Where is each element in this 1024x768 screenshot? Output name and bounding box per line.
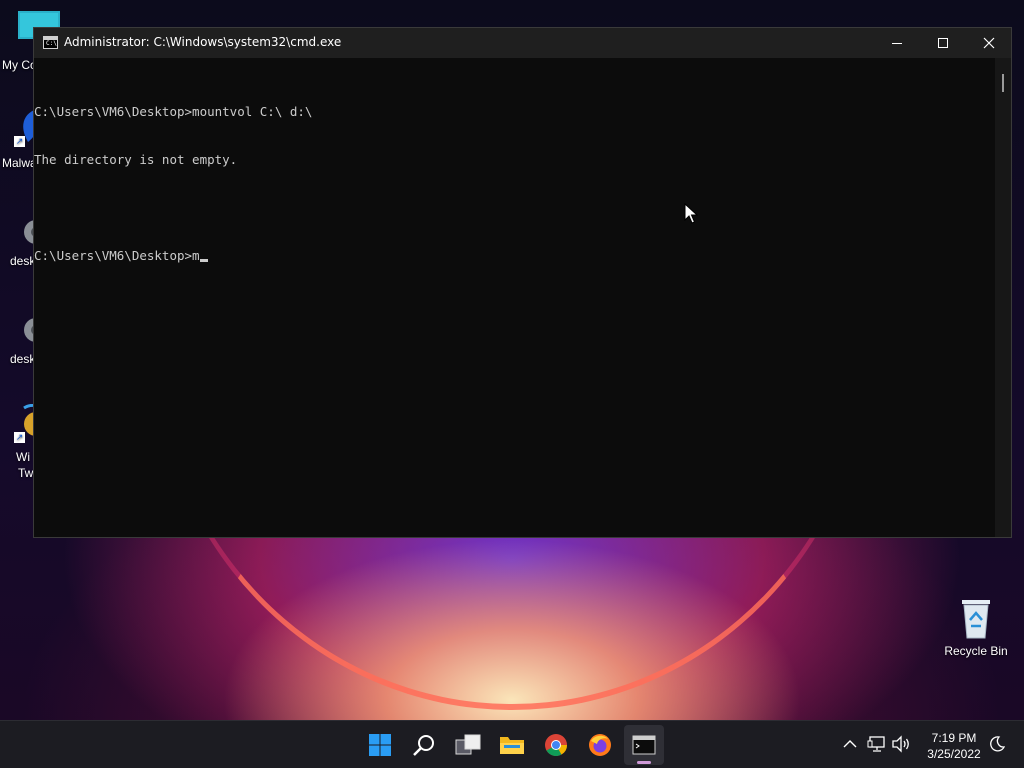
vertical-scrollbar[interactable] xyxy=(995,58,1011,537)
show-hidden-icons-button[interactable] xyxy=(839,733,861,755)
file-explorer-button[interactable] xyxy=(492,725,532,765)
mouse-pointer-icon xyxy=(684,202,699,230)
cmd-window[interactable]: C:\ Administrator: C:\Windows\system32\c… xyxy=(33,27,1012,538)
scrollbar-thumb[interactable] xyxy=(1002,74,1004,92)
firefox-icon xyxy=(589,734,611,756)
search-icon xyxy=(413,735,434,756)
text-cursor xyxy=(199,259,208,262)
chrome-icon xyxy=(545,734,567,756)
shortcut-arrow-icon: ↗ xyxy=(14,432,25,443)
cmd-app-icon: C:\ xyxy=(43,36,58,49)
speaker-icon xyxy=(892,735,909,753)
clock-date: 3/25/2022 xyxy=(927,747,981,761)
recycle-bin-label: Recycle Bin xyxy=(944,644,1008,658)
minimize-icon xyxy=(892,43,902,44)
console-prompt: C:\Users\VM6\Desktop>m xyxy=(34,248,200,263)
chevron-up-icon xyxy=(843,740,857,748)
chrome-button[interactable] xyxy=(536,725,576,765)
close-button[interactable] xyxy=(966,28,1012,58)
shortcut-arrow-icon: ↗ xyxy=(14,136,25,147)
desktop-icon-label: desk xyxy=(10,352,36,366)
start-button[interactable] xyxy=(360,725,400,765)
task-view-icon xyxy=(455,734,481,755)
window-title: Administrator: C:\Windows\system32\cmd.e… xyxy=(64,35,342,49)
console-prompt-line[interactable]: C:\Users\VM6\Desktop>m xyxy=(34,248,995,264)
desktop-icon-label: Malwa xyxy=(2,156,37,170)
recycle-bin-icon xyxy=(959,596,993,639)
focus-assist-button[interactable] xyxy=(986,733,1008,755)
minimize-button[interactable] xyxy=(874,28,920,58)
desktop-icon-recycle-bin[interactable]: Recycle Bin xyxy=(940,596,1012,658)
desktop-icon-label: desk xyxy=(10,254,36,268)
clock-time: 7:19 PM xyxy=(931,731,977,745)
console-line: C:\Users\VM6\Desktop>mountvol C:\ d:\ xyxy=(34,104,313,119)
firefox-button[interactable] xyxy=(580,725,620,765)
taskbar: 7:19 PM 3/25/2022 xyxy=(0,720,1024,768)
title-bar[interactable]: C:\ Administrator: C:\Windows\system32\c… xyxy=(34,28,1011,58)
desktop-icon-label: My Co xyxy=(2,58,37,72)
network-button[interactable] xyxy=(866,733,888,755)
maximize-button[interactable] xyxy=(920,28,966,58)
volume-button[interactable] xyxy=(890,733,912,755)
console-line: The directory is not empty. xyxy=(34,152,238,167)
clock[interactable]: 7:19 PM 3/25/2022 xyxy=(912,730,996,762)
cmd-taskbar-button[interactable] xyxy=(624,725,664,765)
network-icon xyxy=(867,736,885,752)
console-output[interactable]: C:\Users\VM6\Desktop>mountvol C:\ d:\ Th… xyxy=(34,58,995,537)
task-view-button[interactable] xyxy=(448,725,488,765)
moon-icon xyxy=(990,736,1005,752)
maximize-icon xyxy=(938,38,948,48)
desktop-icon-label: Wi xyxy=(16,450,30,464)
desktop-icon-label-line2: Tw xyxy=(18,466,34,480)
active-indicator xyxy=(637,761,651,764)
windows-logo-icon xyxy=(369,734,391,756)
search-button[interactable] xyxy=(404,725,444,765)
close-icon xyxy=(983,37,995,49)
terminal-icon xyxy=(632,735,656,755)
folder-icon xyxy=(500,737,524,754)
